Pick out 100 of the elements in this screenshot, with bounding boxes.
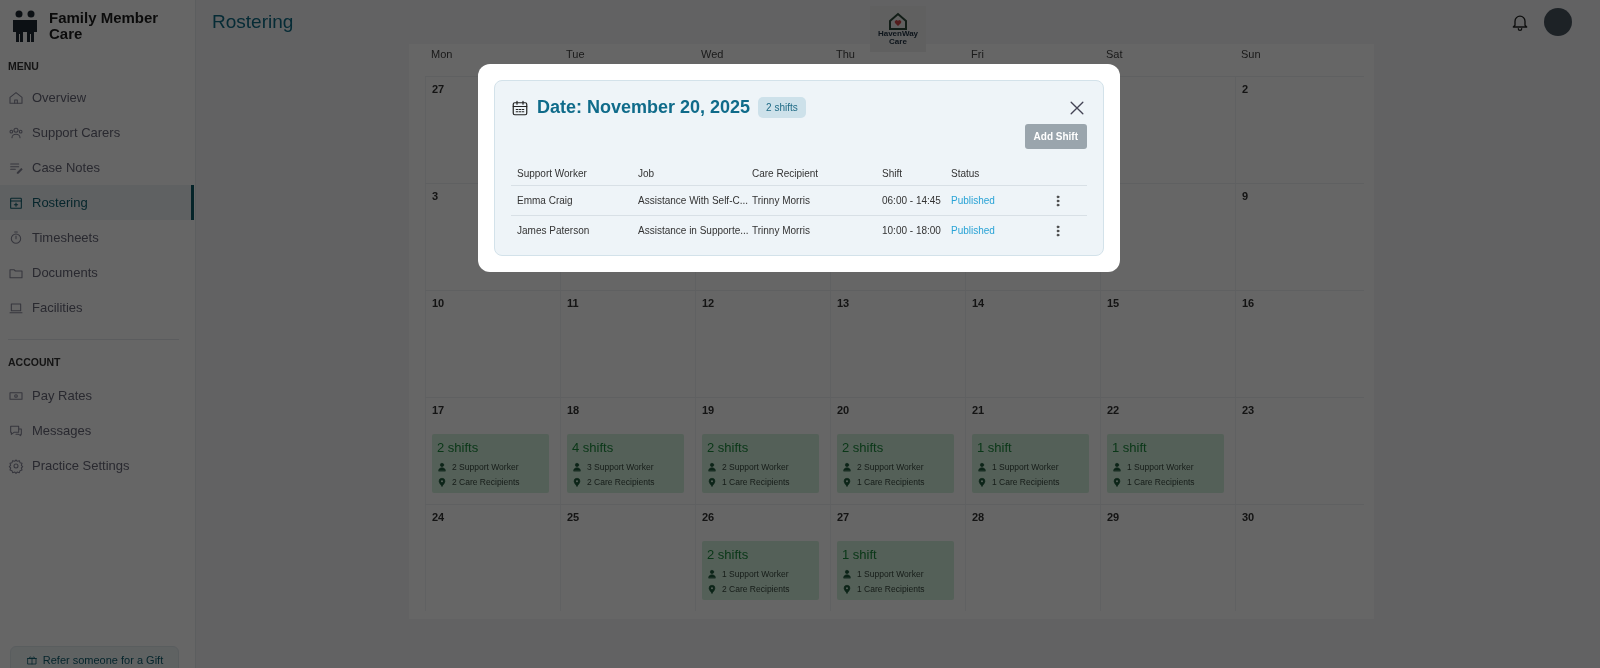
- day-number: 17: [432, 404, 445, 418]
- location-pin-icon: [842, 583, 852, 594]
- shift-count-badge: 2 shifts: [758, 97, 806, 118]
- day-number: 19: [702, 404, 715, 418]
- location-pin-icon: [572, 476, 582, 487]
- nav-item[interactable]: Pay Rates: [0, 378, 194, 413]
- column-header: Support Worker: [516, 167, 588, 179]
- shift-count: 1 shift: [842, 547, 878, 562]
- person-icon: [1112, 461, 1122, 472]
- person-icon: [707, 568, 717, 579]
- nav-item[interactable]: Facilities: [0, 290, 194, 325]
- day-number: 3: [432, 190, 439, 204]
- day-number: 23: [1242, 404, 1255, 418]
- day-number: 25: [567, 511, 580, 525]
- location-pin-icon: [437, 476, 447, 487]
- logo-text: HavenWay: [877, 30, 919, 38]
- table-cell-text: Emma Craig: [516, 195, 574, 206]
- worker-count: 1 Support Worker: [722, 568, 789, 579]
- person-icon: [842, 461, 852, 472]
- day-number: 20: [837, 404, 850, 418]
- location-pin-icon: [707, 583, 717, 594]
- refer-button[interactable]: Refer someone for a Gift: [10, 646, 179, 668]
- person-icon: [437, 461, 447, 472]
- day-number: 27: [837, 511, 850, 525]
- weekday-label: Thu: [835, 48, 856, 60]
- person-icon: [707, 461, 717, 472]
- worker-count: 2 Support Worker: [452, 461, 519, 472]
- shift-count: 2 shifts: [707, 440, 750, 455]
- column-header: Shift: [881, 167, 903, 179]
- person-icon: [842, 568, 852, 579]
- home-icon: [8, 89, 24, 106]
- weekday-label: Wed: [700, 48, 725, 60]
- location-pin-icon: [977, 476, 987, 487]
- app-name: Family Member Care: [49, 10, 159, 42]
- table-cell-text: Assistance With Self-C...: [637, 195, 746, 206]
- table-cell-text: Assistance in Supporte...: [637, 225, 746, 236]
- weekday-label: Mon: [430, 48, 454, 60]
- table-cell-text: 10:00 - 18:00: [881, 225, 942, 236]
- status-text: Published: [950, 195, 996, 206]
- nav-item[interactable]: Rostering: [0, 185, 194, 220]
- location-pin-icon: [1112, 476, 1122, 487]
- section-heading: MENU: [7, 59, 40, 74]
- dialog-title: Date: November 20, 2025: [537, 97, 751, 118]
- day-number: 29: [1107, 511, 1120, 525]
- shift-count: 2 shifts: [437, 440, 480, 455]
- day-number: 2: [1242, 83, 1249, 97]
- day-number: 24: [432, 511, 445, 525]
- section-heading: ACCOUNT: [8, 339, 179, 378]
- nav-item[interactable]: Timesheets: [0, 220, 194, 255]
- nav-item[interactable]: Messages: [0, 413, 194, 448]
- table-cell-text: 06:00 - 14:45: [881, 195, 942, 206]
- gear-icon: [8, 457, 24, 474]
- shift-count: 1 shift: [1112, 440, 1148, 455]
- weekday-label: Tue: [565, 48, 586, 60]
- day-number: 30: [1242, 511, 1255, 525]
- shift-count: 1 shift: [977, 440, 1013, 455]
- stopwatch-icon: [8, 229, 24, 246]
- shift-count: 2 shifts: [707, 547, 750, 562]
- logo-text: Care: [889, 38, 907, 46]
- day-number: 12: [702, 297, 715, 311]
- nav-item[interactable]: Documents: [0, 255, 194, 290]
- table-cell-text: Trinny Morris: [751, 225, 811, 236]
- day-number: 26: [702, 511, 715, 525]
- column-header: Care Recipient: [751, 167, 820, 179]
- shift-count: 4 shifts: [572, 440, 615, 455]
- nav-item[interactable]: Case Notes: [0, 150, 194, 185]
- nav-item[interactable]: Practice Settings: [0, 448, 194, 483]
- nav-item[interactable]: Overview: [0, 80, 194, 115]
- day-number: 27: [432, 83, 445, 97]
- day-number: 11: [567, 297, 579, 311]
- day-number: 16: [1242, 297, 1255, 311]
- day-number: 9: [1242, 190, 1249, 204]
- person-icon: [572, 461, 582, 472]
- house-heart-icon: [888, 12, 908, 30]
- day-number: 18: [567, 404, 580, 418]
- column-header: Job: [637, 167, 656, 179]
- table-cell-text: Trinny Morris: [751, 195, 811, 206]
- page-title: Rostering: [212, 11, 294, 33]
- weekday-label: Sun: [1240, 48, 1262, 60]
- status-text: Published: [950, 225, 996, 236]
- person-icon: [977, 461, 987, 472]
- table-cell-text: James Paterson: [516, 225, 591, 236]
- day-number: 10: [432, 297, 445, 311]
- location-pin-icon: [842, 476, 852, 487]
- worker-count: 2 Support Worker: [857, 461, 924, 472]
- day-number: 14: [972, 297, 985, 311]
- weekday-label: Fri: [970, 48, 985, 60]
- day-number: 21: [972, 404, 985, 418]
- day-number: 22: [1107, 404, 1120, 418]
- nav-item[interactable]: Support Carers: [0, 115, 194, 150]
- avatar[interactable]: [1544, 8, 1572, 36]
- day-number: 28: [972, 511, 985, 525]
- worker-count: 2 Support Worker: [722, 461, 789, 472]
- location-pin-icon: [707, 476, 717, 487]
- weekday-label: Sat: [1105, 48, 1124, 60]
- shift-count: 2 shifts: [842, 440, 885, 455]
- day-number: 13: [837, 297, 850, 311]
- worker-count: 1 Support Worker: [992, 461, 1059, 472]
- gift-icon: [25, 654, 38, 666]
- worker-count: 1 Support Worker: [857, 568, 924, 579]
